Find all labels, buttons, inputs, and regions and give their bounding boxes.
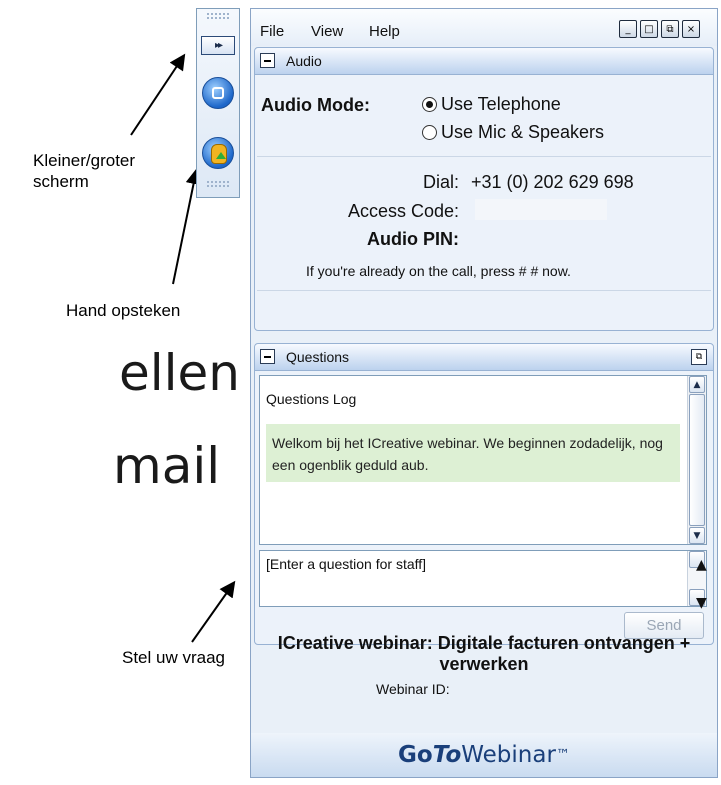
chevron-up-icon: ▲ [696, 557, 707, 573]
popout-icon: ⧉ [695, 352, 703, 362]
questions-log-title: Questions Log [266, 391, 357, 407]
toolbar-grip-bottom[interactable] [207, 181, 229, 187]
radio-selected-icon [422, 97, 437, 112]
maximize-button[interactable]: □ [640, 20, 658, 38]
audio-pin-label: Audio PIN: [367, 229, 459, 249]
expand-screen-button[interactable]: ▸▸ [201, 36, 235, 55]
webinar-title: ICreative webinar: Digitale facturen ont… [277, 633, 691, 674]
logo-webinar: Webinar [461, 742, 556, 768]
scroll-thumb[interactable] [689, 394, 705, 526]
screen-size-button[interactable] [202, 77, 234, 109]
question-input-scrollbar[interactable]: ▲ ▼ [687, 551, 707, 611]
control-panel-window: File View Help _ □ ⧉ × Audio Audio Mode:… [250, 8, 718, 778]
minimize-button[interactable]: _ [619, 20, 637, 38]
audio-divider-bottom [257, 290, 711, 291]
dial-label: Dial: [422, 172, 459, 192]
scroll-up-button[interactable]: ▲ [689, 376, 705, 393]
audio-mode-label: Audio Mode: [261, 95, 370, 115]
scroll-down-button[interactable]: ▼ [689, 527, 705, 544]
close-button[interactable]: × [682, 20, 700, 38]
audio-panel-title: Audio [286, 53, 322, 69]
menu-bar: File View Help _ □ ⧉ × [251, 9, 717, 46]
logo-to: To [432, 742, 462, 768]
restore-button[interactable]: ⧉ [661, 20, 679, 38]
chevron-up-icon: ▲ [693, 379, 701, 390]
menu-help[interactable]: Help [369, 23, 400, 40]
access-code-label: Access Code: [347, 201, 459, 221]
radio-use-telephone[interactable]: Use Telephone [422, 94, 561, 115]
dial-number: +31 (0) 202 629 698 [471, 172, 634, 192]
close-icon: × [686, 23, 696, 35]
audio-hint: If you're already on the call, press # #… [306, 263, 571, 279]
audio-collapse-button[interactable] [260, 53, 275, 68]
raise-hand-button[interactable] [202, 137, 234, 169]
input-scroll-down-button[interactable]: ▼ [689, 589, 707, 611]
webinar-id-label: Webinar ID: [376, 681, 450, 697]
maximize-icon: □ [644, 23, 654, 35]
questions-log[interactable]: Questions Log Welkom bij het ICreative w… [259, 375, 707, 545]
question-input[interactable]: [Enter a question for staff] ▲ ▼ [259, 550, 707, 611]
access-code-value [475, 199, 607, 220]
toolbar-grip-top[interactable] [207, 13, 229, 19]
chevron-down-icon: ▼ [696, 595, 707, 611]
radio-label-telephone: Use Telephone [441, 94, 561, 114]
chevron-down-icon: ▼ [693, 530, 701, 541]
questions-panel-header: Questions ⧉ [255, 344, 713, 371]
audio-panel-header: Audio [255, 48, 713, 75]
restore-icon: ⧉ [666, 23, 674, 35]
popout-button[interactable]: ⧉ [691, 349, 707, 365]
side-toolbar: ▸▸ [196, 8, 240, 198]
menu-file[interactable]: File [260, 23, 284, 40]
audio-divider-top [257, 156, 711, 157]
logo-go: Go [398, 742, 433, 768]
radio-label-mic-speakers: Use Mic & Speakers [441, 122, 605, 142]
up-arrow-icon [216, 152, 226, 159]
logo-tm: ™ [555, 747, 570, 763]
arrow-raise-hand [172, 168, 202, 285]
questions-collapse-button[interactable] [260, 349, 275, 364]
questions-panel-title: Questions [286, 349, 350, 365]
input-scroll-up-button[interactable]: ▲ [689, 551, 707, 573]
welcome-message: Welkom bij het ICreative webinar. We beg… [266, 424, 680, 482]
radio-unselected-icon [422, 125, 437, 140]
menu-view[interactable]: View [311, 23, 343, 40]
minimize-icon: _ [625, 23, 631, 35]
question-input-placeholder: [Enter a question for staff] [266, 556, 427, 572]
arrow-ask-question [191, 580, 236, 643]
fast-forward-icon: ▸▸ [214, 40, 223, 51]
arrow-resize [130, 53, 186, 136]
gotowebinar-logo: Go To Webinar ™ [251, 733, 717, 777]
radio-use-mic-speakers[interactable]: Use Mic & Speakers [422, 122, 604, 143]
questions-log-scrollbar[interactable]: ▲ ▼ [687, 376, 706, 544]
